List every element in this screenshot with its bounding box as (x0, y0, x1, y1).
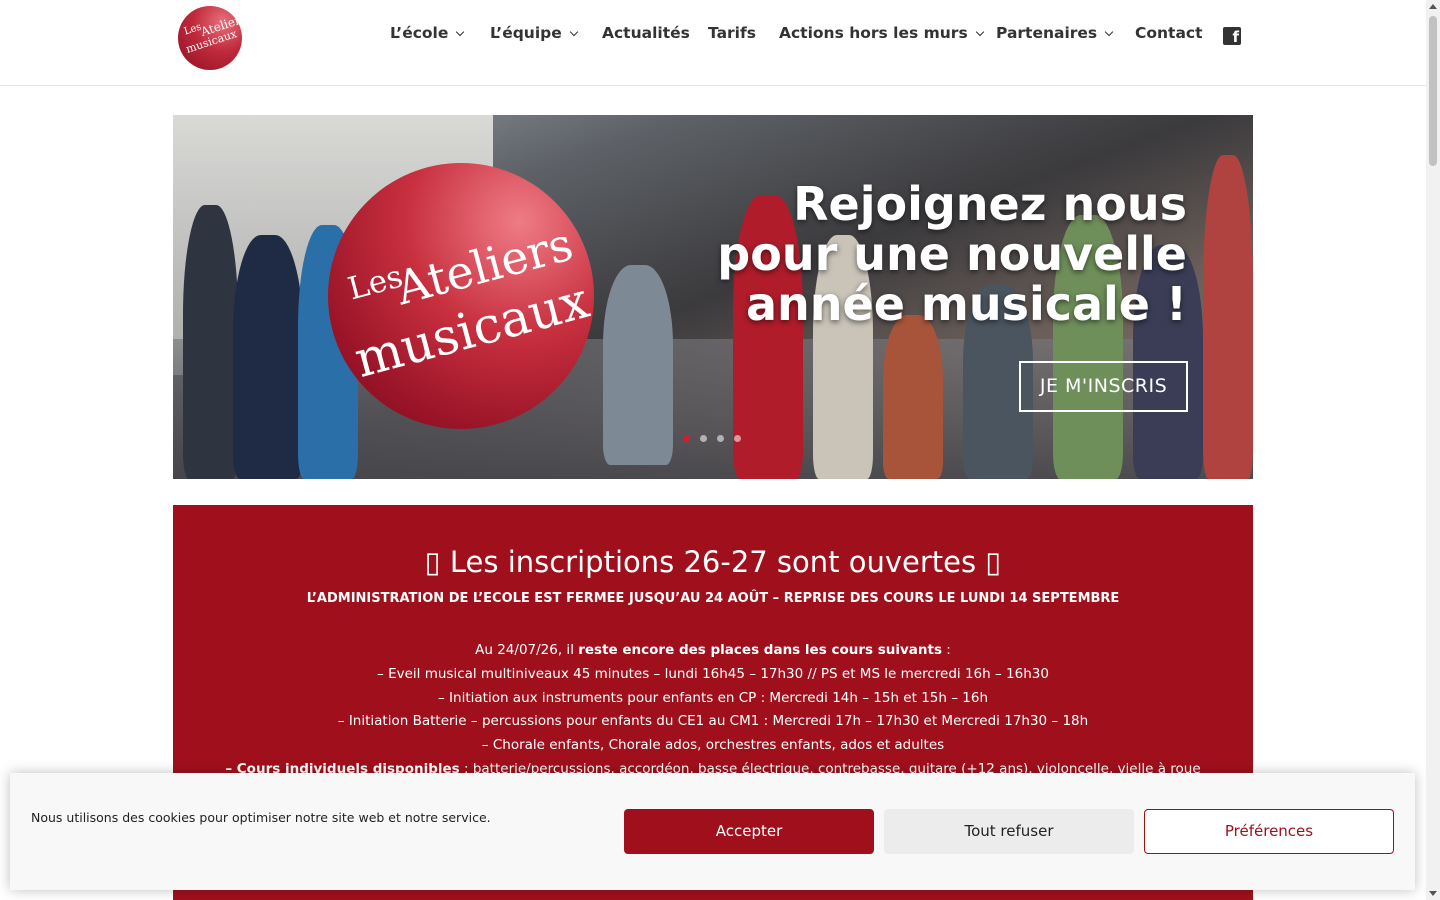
glyph-icon: ▯ (976, 545, 1002, 579)
site-logo[interactable]: Les Ateliers musicaux (178, 6, 242, 70)
info-subtitle: L’ADMINISTRATION DE L’ECOLE EST FERMEE J… (306, 591, 1120, 606)
hero-slider: Les Ateliers musicaux Rejoignez nous pou… (173, 115, 1253, 479)
info-intro-bold: reste encore des places dans les cours s… (578, 642, 943, 658)
info-title: ▯ Les inscriptions 26-27 sont ouvertes ▯ (173, 545, 1253, 579)
chevron-down-icon (1104, 27, 1114, 37)
page: Les Ateliers musicaux L’école L’équipe A… (0, 0, 1440, 900)
chevron-down-icon (569, 27, 579, 37)
scroll-up-icon[interactable] (1429, 4, 1437, 9)
nav-label: Tarifs (708, 24, 756, 42)
photo-person (183, 205, 238, 479)
slider-dot[interactable] (717, 435, 724, 442)
nav-label: Actions hors les murs (779, 24, 968, 42)
register-button[interactable]: JE M'INSCRIS (1019, 361, 1188, 412)
scroll-down-icon[interactable] (1429, 891, 1437, 896)
cookie-banner: Nous utilisons des cookies pour optimise… (10, 773, 1415, 890)
info-intro-suffix: : (942, 642, 951, 658)
slider-dot[interactable] (700, 435, 707, 442)
hero-logo: Les Ateliers musicaux (328, 163, 594, 429)
cookie-text: Nous utilisons des cookies pour optimise… (31, 810, 491, 825)
info-course-line: – Chorale enfants, Chorale ados, orchest… (481, 737, 945, 753)
nav-item-equipe[interactable]: L’équipe (490, 24, 579, 42)
facebook-icon[interactable] (1223, 27, 1241, 46)
site-header: Les Ateliers musicaux L’école L’équipe A… (0, 0, 1426, 86)
page-scrollbar[interactable] (1426, 0, 1440, 900)
nav-item-tarifs[interactable]: Tarifs (708, 24, 756, 42)
cookie-preferences-button[interactable]: Préférences (1144, 809, 1394, 854)
nav-item-contact[interactable]: Contact (1135, 24, 1203, 42)
nav-label: L’équipe (490, 24, 562, 42)
photo-person (883, 315, 943, 479)
info-course-line: – Initiation Batterie – percussions pour… (337, 713, 1089, 729)
accept-cookies-button[interactable]: Accepter (624, 809, 874, 854)
photo-person (1203, 155, 1253, 479)
hero-title: Rejoignez nous pour une nouvelle année m… (667, 179, 1187, 329)
hero-title-line: pour une nouvelle (717, 227, 1187, 281)
glyph-icon: ▯ (424, 545, 450, 579)
chevron-down-icon (456, 27, 465, 37)
photo-person (233, 235, 303, 479)
nav-label: Actualités (602, 24, 690, 42)
info-course-line: – Eveil musical multiniveaux 45 minutes … (377, 666, 1049, 682)
info-title-text: Les inscriptions 26-27 sont ouvertes (449, 545, 977, 579)
photo-person (603, 265, 673, 465)
hero-title-line: Rejoignez nous (793, 177, 1187, 231)
slider-dot[interactable] (734, 435, 741, 442)
nav-label: L’école (390, 24, 449, 42)
nav-item-actualites[interactable]: Actualités (602, 24, 690, 42)
nav-label: Contact (1135, 24, 1203, 42)
chevron-down-icon (975, 27, 984, 37)
refuse-cookies-button[interactable]: Tout refuser (884, 809, 1134, 854)
hero-title-line: année musicale ! (745, 277, 1187, 331)
info-intro: Au 24/07/26, il reste encore des places … (173, 642, 1253, 658)
info-course-line: – Initiation aux instruments pour enfant… (438, 690, 988, 706)
nav-item-actions-hors-les-murs[interactable]: Actions hors les murs (779, 24, 984, 42)
slider-dot[interactable] (683, 435, 690, 442)
nav-item-ecole[interactable]: L’école (390, 24, 465, 42)
nav-label: Partenaires (996, 24, 1098, 42)
scrollbar-thumb[interactable] (1429, 16, 1437, 166)
info-intro-prefix: Au 24/07/26, il (475, 642, 579, 658)
nav-item-partenaires[interactable]: Partenaires (996, 24, 1114, 42)
